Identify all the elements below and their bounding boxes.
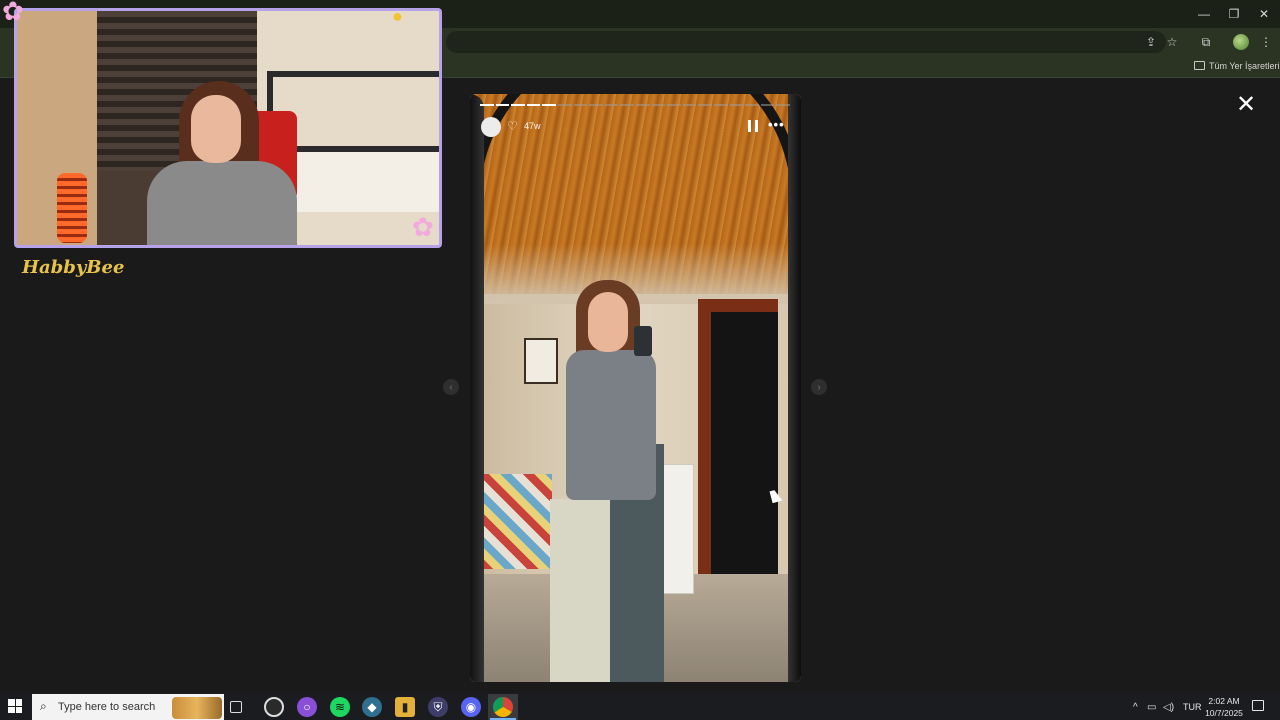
story-image-mirror-left [470, 94, 484, 682]
more-options-icon[interactable]: ••• [768, 117, 785, 132]
tray-overflow-chevron-icon[interactable]: ^ [1133, 702, 1138, 713]
story-image-phone [634, 326, 652, 356]
install-app-icon[interactable]: ⇪ [1142, 33, 1160, 51]
story-progress-segment [495, 104, 510, 106]
folder-icon [1194, 61, 1205, 70]
story-progress-segment [776, 104, 790, 106]
spotify-icon[interactable]: ≋ [330, 697, 350, 717]
flower-decoration-icon: ✿ [412, 212, 434, 242]
clock-time: 2:02 AM [1208, 696, 1240, 706]
story-progress-segment [573, 104, 588, 106]
story-progress-segment [667, 104, 681, 106]
browser-menu-icon[interactable]: ⋮ [1257, 33, 1275, 51]
minimize-button[interactable]: — [1188, 0, 1220, 28]
streamer-name: HabbyBee [22, 257, 125, 278]
profile-avatar-icon[interactable] [1233, 34, 1249, 50]
system-clock[interactable]: 2:02 AM 10/7/2025 [1202, 695, 1246, 719]
webcam-streamer-body [147, 161, 297, 245]
story-progress-segment [698, 104, 712, 106]
input-language[interactable]: TUR [1183, 702, 1202, 712]
bookmark-star-icon[interactable]: ☆ [1163, 33, 1181, 51]
story-progress-segment [713, 104, 728, 106]
story-progress-segment [589, 104, 603, 106]
fl-studio-icon[interactable]: ▮ [395, 697, 415, 717]
notifications-icon[interactable] [1252, 700, 1264, 711]
story-progress-segment [542, 104, 556, 106]
story-author-avatar[interactable] [481, 117, 501, 137]
story-image-pants-left [550, 499, 610, 682]
story-progress-segment [526, 104, 541, 106]
story-progress-segment [729, 104, 744, 106]
previous-story-button[interactable]: ‹ [443, 379, 459, 395]
address-bar[interactable] [446, 31, 1166, 53]
webcam-mattress [273, 152, 439, 212]
network-icon[interactable]: ▭ [1147, 702, 1156, 713]
story-progress-segment [745, 104, 759, 106]
discord-icon[interactable]: ◉ [461, 697, 481, 717]
story-image-wall-frame [524, 338, 558, 384]
cortana-icon[interactable]: ○ [297, 697, 317, 717]
search-input[interactable]: Type here to search [58, 701, 155, 713]
clock-date: 10/7/2025 [1205, 708, 1243, 718]
story-time-ago: 47w [524, 121, 541, 131]
search-icon: ⌕ [40, 699, 47, 713]
all-bookmarks-link[interactable]: Tüm Yer İşaretleri [1209, 61, 1280, 71]
story-progress-segment [511, 104, 525, 106]
close-icon[interactable]: ✕ [1233, 91, 1259, 118]
story-progress-segment [635, 104, 650, 106]
search-highlight-image[interactable] [172, 697, 222, 719]
webcam-microphone [57, 173, 87, 243]
heart-icon[interactable]: ♡ [507, 119, 518, 133]
story-progress-segment [557, 104, 572, 106]
story-progress-segment [760, 104, 775, 106]
story-media[interactable] [470, 94, 801, 682]
obs-icon[interactable] [264, 697, 284, 717]
extensions-icon[interactable]: ⧉ [1197, 33, 1215, 51]
pause-icon[interactable] [748, 120, 758, 132]
close-window-button[interactable]: ✕ [1248, 0, 1280, 28]
story-progress-segment [651, 104, 666, 106]
story-progress-bar [480, 104, 790, 106]
story-image-mirror-arch [470, 94, 801, 234]
story-image-bed [482, 474, 552, 569]
chrome-icon[interactable] [493, 697, 513, 717]
next-story-button[interactable]: › [811, 379, 827, 395]
story-image-mirror-right [788, 94, 801, 682]
story-progress-segment [620, 104, 634, 106]
story-progress-segment [604, 104, 619, 106]
flower-decoration-icon: ✿ [2, 0, 24, 26]
volume-icon[interactable]: ◁) [1163, 702, 1174, 713]
bee-icon: ● [392, 6, 403, 26]
task-view-icon[interactable] [230, 701, 242, 713]
screen: — ❐ ✕ ⇪ ☆ ⧉ ⋮ Tüm Yer İşaretleri ♡ 47w •… [0, 0, 1280, 720]
story-image-shirt [566, 350, 656, 500]
story-image-face [588, 292, 628, 352]
windows-start-icon[interactable] [8, 699, 22, 713]
webcam-streamer-face [191, 95, 241, 163]
story-progress-segment [480, 104, 494, 106]
webcam-overlay [14, 8, 442, 248]
app-icon[interactable]: ◆ [362, 697, 382, 717]
story-progress-segment [682, 104, 697, 106]
restore-button[interactable]: ❐ [1218, 0, 1250, 28]
story-image-doorway [711, 312, 778, 574]
shield-icon[interactable]: ⛨ [428, 697, 448, 717]
